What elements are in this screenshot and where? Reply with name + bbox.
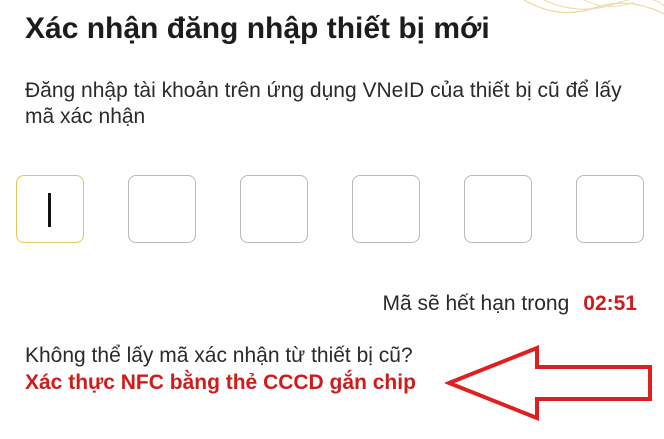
fallback-question: Không thể lấy mã xác nhận từ thiết bị cũ… [25, 344, 413, 367]
otp-digit-1[interactable] [16, 175, 84, 243]
countdown-timer: 02:51 [583, 292, 637, 315]
expiry-label: Mã sẽ hết hạn trong [382, 292, 570, 315]
otp-input-group [16, 175, 646, 245]
otp-digit-3[interactable] [240, 175, 308, 243]
instruction-text: Đăng nhập tài khoản trên ứng dụng VNeID … [25, 79, 622, 128]
page-title: Xác nhận đăng nhập thiết bị mới [25, 12, 490, 45]
expiry-row: Mã sẽ hết hạn trong 02:51 [382, 292, 637, 316]
nfc-verify-link[interactable]: Xác thực NFC bằng thẻ CCCD gắn chip [25, 371, 416, 395]
otp-digit-4[interactable] [352, 175, 420, 243]
arrow-left-outline-icon [445, 345, 652, 421]
otp-digit-6[interactable] [576, 175, 644, 243]
text-caret [48, 193, 51, 227]
otp-digit-5[interactable] [464, 175, 532, 243]
header-decoration [524, 0, 664, 15]
otp-digit-2[interactable] [128, 175, 196, 243]
login-confirmation-screen: Xác nhận đăng nhập thiết bị mới Đăng nhậ… [0, 0, 664, 439]
